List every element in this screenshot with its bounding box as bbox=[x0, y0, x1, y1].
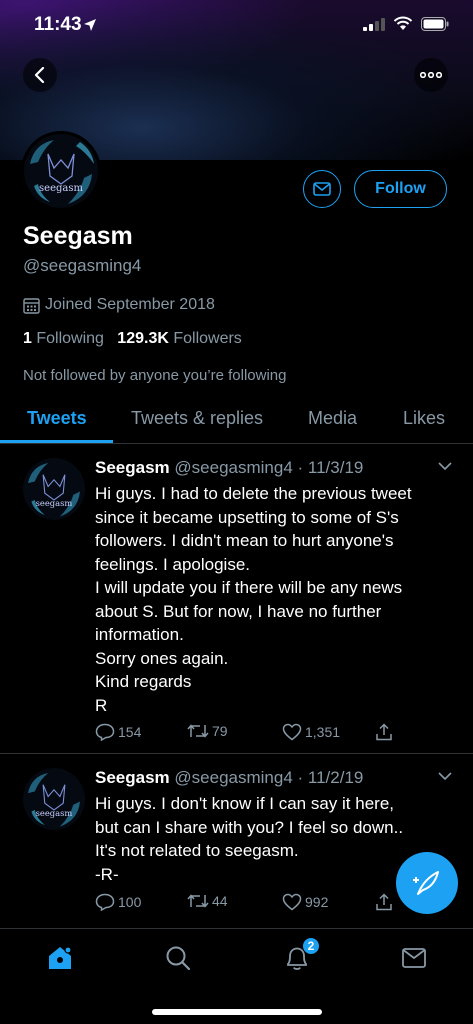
home-indicator bbox=[152, 1009, 322, 1015]
like-button[interactable]: 992 bbox=[282, 893, 328, 911]
like-count: 1,351 bbox=[305, 724, 341, 740]
share-icon bbox=[376, 893, 392, 911]
avatar-logo: seegasm bbox=[24, 134, 98, 208]
more-dots-icon bbox=[420, 72, 442, 78]
avatar-text: seegasm bbox=[36, 808, 73, 818]
retweet-icon bbox=[187, 724, 209, 738]
tweet-line: It's not related to seegasm. bbox=[95, 841, 299, 860]
tweet-line: I will update you if there will be any n… bbox=[95, 578, 403, 597]
tweet-line: Sorry ones again. bbox=[95, 648, 229, 668]
compose-tweet-button[interactable] bbox=[396, 852, 458, 914]
nav-search[interactable] bbox=[163, 943, 193, 973]
tab-tweets[interactable]: Tweets bbox=[27, 408, 87, 429]
heart-icon bbox=[282, 723, 302, 741]
calendar-icon bbox=[23, 297, 40, 314]
reply-button[interactable]: 100 bbox=[95, 893, 141, 911]
reply-icon bbox=[95, 893, 115, 911]
profile-handle: @seegasming4 bbox=[23, 256, 142, 275]
status-time: 11:43 bbox=[34, 14, 82, 35]
retweet-count: 44 bbox=[212, 893, 228, 909]
tweet-line: followers. I didn't mean to hurt anyone'… bbox=[95, 531, 394, 550]
retweet-count: 79 bbox=[212, 723, 228, 739]
retweet-icon bbox=[187, 894, 209, 908]
tweet-line: -R- bbox=[95, 864, 119, 884]
reply-count: 154 bbox=[118, 724, 142, 740]
tweet-meta: @seegasming4 · 11/2/19 bbox=[174, 768, 364, 787]
tweet-line: but can I share with you? I feel so down… bbox=[95, 817, 404, 837]
active-tab-indicator bbox=[0, 440, 113, 443]
reply-button[interactable]: 154 bbox=[95, 723, 141, 741]
profile-tabs: Tweets Tweets & replies Media Likes bbox=[0, 396, 473, 444]
retweet-button[interactable]: 79 bbox=[187, 723, 228, 739]
tweet-text: Hi guys. I don't know if I can say it he… bbox=[95, 792, 445, 886]
avatar-text: seegasm bbox=[36, 498, 73, 508]
tweet-author[interactable]: Seegasm bbox=[95, 458, 170, 477]
message-button[interactable] bbox=[303, 170, 341, 208]
followers-link[interactable]: 129.3K Followers bbox=[117, 330, 242, 347]
profile-avatar[interactable]: seegasm bbox=[21, 131, 101, 211]
nav-messages[interactable] bbox=[399, 943, 429, 973]
location-arrow-icon bbox=[84, 19, 96, 31]
tweet-line: Hi guys. I had to delete the previous tw… bbox=[95, 484, 412, 503]
envelope-icon bbox=[313, 182, 331, 196]
envelope-icon bbox=[402, 948, 426, 968]
home-icon bbox=[49, 946, 72, 969]
followers-label: Followers bbox=[173, 330, 242, 347]
battery-icon bbox=[421, 16, 449, 31]
not-followed-notice: Not followed by anyone you’re following bbox=[23, 367, 287, 384]
tweet-avatar[interactable]: seegasm bbox=[23, 768, 85, 830]
profile-name: Seegasm bbox=[23, 222, 133, 250]
following-count: 1 bbox=[23, 330, 32, 347]
follow-counts: 1 Following 129.3K Followers bbox=[23, 330, 242, 348]
chevron-down-icon[interactable] bbox=[437, 461, 453, 471]
tweet-line: feelings. I apologise. bbox=[95, 554, 250, 574]
tweet-line: about S. But for now, I have no further bbox=[95, 601, 382, 621]
tweet-line: Hi guys. I don't know if I can say it he… bbox=[95, 794, 394, 813]
tweet-text: Hi guys. I had to delete the previous tw… bbox=[95, 482, 445, 717]
follow-button[interactable]: Follow bbox=[354, 170, 447, 208]
back-button[interactable] bbox=[23, 58, 57, 92]
chevron-down-icon[interactable] bbox=[437, 771, 453, 781]
following-label: Following bbox=[36, 330, 104, 347]
tweet-item[interactable]: seegasm Seegasm @seegasming4 · 11/3/19 H… bbox=[0, 445, 473, 754]
tweet-avatar[interactable]: seegasm bbox=[23, 458, 85, 520]
reply-icon bbox=[95, 723, 115, 741]
joined-text: Joined September 2018 bbox=[45, 296, 215, 313]
compose-feather-icon bbox=[413, 871, 439, 895]
avatar-logo: seegasm bbox=[23, 768, 85, 830]
like-count: 992 bbox=[305, 894, 329, 910]
avatar-logo: seegasm bbox=[23, 458, 85, 520]
tweet-line: Kind regards bbox=[95, 672, 192, 691]
tab-likes[interactable]: Likes bbox=[403, 408, 445, 429]
notifications-badge: 2 bbox=[302, 937, 320, 955]
following-link[interactable]: 1 Following bbox=[23, 330, 104, 347]
avatar-text: seegasm bbox=[39, 183, 83, 194]
wifi-icon bbox=[393, 16, 413, 30]
share-icon bbox=[376, 723, 392, 741]
tweet-author[interactable]: Seegasm bbox=[95, 768, 170, 787]
tweet-header: Seegasm @seegasming4 · 11/2/19 bbox=[95, 768, 363, 788]
followers-count: 129.3K bbox=[117, 330, 169, 347]
status-bar: 11:43 bbox=[0, 0, 473, 50]
share-button[interactable] bbox=[375, 893, 393, 911]
search-icon bbox=[166, 946, 191, 971]
tweet-meta: @seegasming4 · 11/3/19 bbox=[174, 458, 364, 477]
nav-home[interactable] bbox=[45, 943, 75, 973]
tweet-line: since it became upsetting to some of S's bbox=[95, 507, 399, 527]
joined-date: Joined September 2018 bbox=[23, 296, 215, 314]
reply-count: 100 bbox=[118, 894, 142, 910]
cellular-signal-icon bbox=[363, 17, 385, 31]
share-button[interactable] bbox=[375, 723, 393, 741]
tweet-line: R bbox=[95, 695, 108, 715]
tweet-header: Seegasm @seegasming4 · 11/3/19 bbox=[95, 458, 363, 478]
tab-media[interactable]: Media bbox=[308, 408, 357, 429]
more-options-button[interactable] bbox=[414, 58, 448, 92]
tab-tweets-replies[interactable]: Tweets & replies bbox=[131, 408, 263, 429]
chevron-left-icon bbox=[34, 67, 45, 83]
tweet-line: information. bbox=[95, 625, 184, 644]
heart-icon bbox=[282, 893, 302, 911]
retweet-button[interactable]: 44 bbox=[187, 893, 228, 909]
like-button[interactable]: 1,351 bbox=[282, 723, 340, 741]
